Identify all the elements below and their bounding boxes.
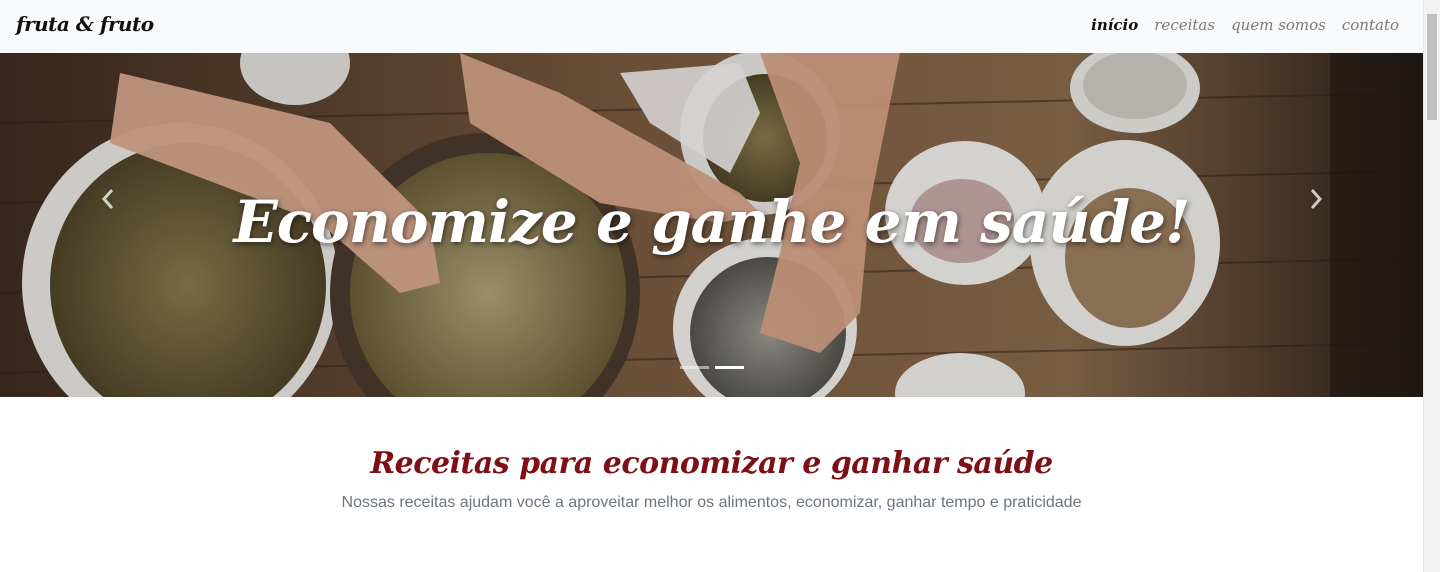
page-content: fruta & fruto início receitas quem somos…	[0, 0, 1423, 572]
brand-logo[interactable]: fruta & fruto	[16, 12, 154, 36]
carousel-next-button[interactable]	[1296, 181, 1336, 217]
carousel-indicator-1[interactable]	[679, 366, 709, 369]
nav-item-contato[interactable]: contato	[1342, 16, 1399, 34]
page-scrollbar[interactable]	[1423, 0, 1440, 572]
hero-carousel: Economize e ganhe em saúde!	[0, 53, 1423, 397]
navbar: fruta & fruto início receitas quem somos…	[0, 0, 1423, 53]
nav-item-receitas[interactable]: receitas	[1154, 16, 1215, 34]
section-subtitle: Nossas receitas ajudam você a aproveitar…	[341, 494, 1082, 511]
nav-item-quem-somos[interactable]: quem somos	[1231, 16, 1326, 34]
section-title: Receitas para economizar e ganhar saúde	[370, 446, 1053, 481]
scrollbar-thumb[interactable]	[1427, 14, 1437, 120]
nav-item-inicio[interactable]: início	[1091, 16, 1138, 34]
hero-caption: Economize e ganhe em saúde!	[233, 188, 1191, 256]
chevron-right-icon	[1310, 189, 1323, 209]
nav-menu: início receitas quem somos contato	[1091, 16, 1399, 34]
carousel-indicator-2[interactable]	[714, 366, 744, 369]
chevron-left-icon	[101, 189, 114, 209]
page: fruta & fruto início receitas quem somos…	[0, 0, 1440, 572]
carousel-indicators	[0, 366, 1423, 369]
carousel-prev-button[interactable]	[88, 181, 128, 217]
